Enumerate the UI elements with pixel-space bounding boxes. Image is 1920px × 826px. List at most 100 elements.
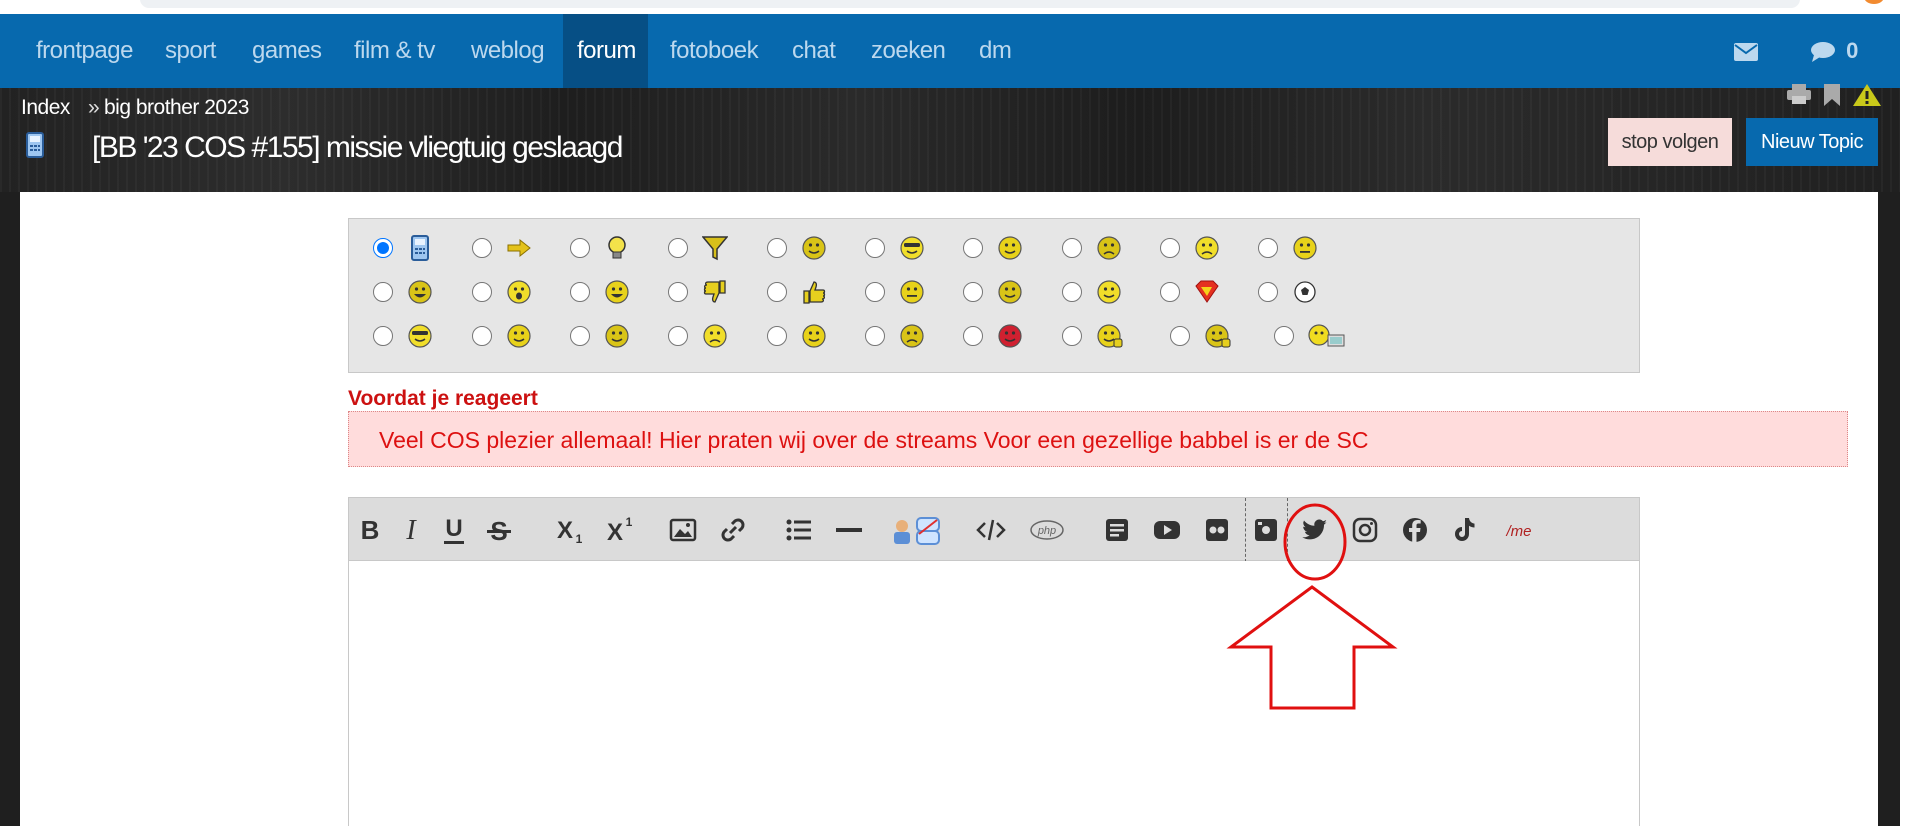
topic-icon-radio[interactable]	[373, 326, 393, 346]
code-icon[interactable]	[975, 514, 1007, 546]
topic-icon-option[interactable]	[963, 316, 1053, 356]
scrollbar[interactable]	[1900, 0, 1920, 826]
topic-icon-radio[interactable]	[963, 326, 983, 346]
topic-icon-option[interactable]	[1062, 272, 1152, 312]
topic-icon-radio[interactable]	[767, 238, 787, 258]
topic-icon-option[interactable]	[1258, 272, 1348, 312]
subscript-icon[interactable]: X1	[552, 514, 584, 546]
photobucket-icon[interactable]	[1250, 514, 1282, 546]
topic-icon-radio[interactable]	[570, 282, 590, 302]
topic-icon-option[interactable]	[1062, 316, 1152, 356]
nav-item-frontpage[interactable]: frontpage	[22, 14, 147, 88]
quote-icon[interactable]	[889, 514, 945, 546]
topic-icon-radio[interactable]	[668, 282, 688, 302]
topic-icon-radio[interactable]	[570, 326, 590, 346]
topic-icon-radio[interactable]	[1160, 282, 1180, 302]
topic-icon-option[interactable]	[373, 272, 463, 312]
topic-icon-option[interactable]	[570, 272, 660, 312]
italic-icon[interactable]: I	[395, 514, 427, 546]
list-icon[interactable]	[783, 514, 815, 546]
browser-profile-icon[interactable]	[1864, 0, 1884, 4]
message-editor[interactable]	[348, 561, 1640, 826]
topic-icon-radio[interactable]	[472, 282, 492, 302]
topic-icon-radio[interactable]	[373, 282, 393, 302]
flickr-icon[interactable]	[1201, 514, 1233, 546]
topic-icon-radio[interactable]	[1062, 238, 1082, 258]
article-icon[interactable]	[1101, 514, 1133, 546]
topic-icon-option[interactable]	[472, 316, 562, 356]
php-icon[interactable]: php	[1029, 514, 1065, 546]
topic-icon-option[interactable]	[865, 228, 955, 268]
bold-icon[interactable]: B	[354, 514, 386, 546]
topic-icon-option[interactable]	[373, 316, 463, 356]
topic-icon-option[interactable]	[1170, 316, 1260, 356]
nav-item-sport[interactable]: sport	[151, 14, 230, 88]
topic-icon-option[interactable]	[570, 228, 660, 268]
topic-icon-radio[interactable]	[963, 282, 983, 302]
topic-icon-radio[interactable]	[668, 238, 688, 258]
topic-icon-radio[interactable]	[1258, 238, 1278, 258]
strikethrough-icon[interactable]: S	[483, 514, 515, 546]
stop-follow-button[interactable]: stop volgen	[1608, 118, 1732, 166]
topic-icon-option[interactable]	[865, 316, 955, 356]
topic-icon-option[interactable]	[1160, 228, 1250, 268]
topic-icon-radio[interactable]	[570, 238, 590, 258]
nav-item-film-tv[interactable]: film & tv	[340, 14, 449, 88]
topic-icon-option[interactable]	[767, 228, 857, 268]
topic-icon-radio[interactable]	[668, 326, 688, 346]
topic-icon-radio[interactable]	[865, 282, 885, 302]
topic-icon-option[interactable]	[668, 316, 758, 356]
nav-item-forum[interactable]: forum	[563, 14, 648, 88]
mail-icon[interactable]	[1733, 14, 1759, 88]
nav-item-dm[interactable]: dm	[965, 14, 1025, 88]
breadcrumb-section[interactable]: big brother 2023	[104, 96, 249, 120]
topic-icon-radio[interactable]	[1062, 326, 1082, 346]
facebook-icon[interactable]	[1399, 514, 1431, 546]
link-icon[interactable]	[717, 514, 749, 546]
nav-item-zoeken[interactable]: zoeken	[857, 14, 959, 88]
bookmark-icon[interactable]	[1823, 84, 1841, 106]
topic-icon-option[interactable]	[373, 228, 463, 268]
topic-icon-option[interactable]	[1258, 228, 1348, 268]
topic-icon-option[interactable]	[570, 316, 660, 356]
topic-icon-radio[interactable]	[472, 326, 492, 346]
topic-icon-radio[interactable]	[1062, 282, 1082, 302]
topic-icon-radio[interactable]	[1258, 282, 1278, 302]
topic-icon-option[interactable]	[963, 272, 1053, 312]
topic-icon-option[interactable]	[767, 316, 857, 356]
topic-icon-option[interactable]	[668, 228, 758, 268]
me-icon[interactable]: /me	[1501, 514, 1537, 546]
nav-item-weblog[interactable]: weblog	[457, 14, 558, 88]
underline-icon[interactable]: U	[438, 514, 470, 546]
topic-icon-radio[interactable]	[865, 326, 885, 346]
topic-icon-radio[interactable]	[1274, 326, 1294, 346]
topic-icon-option[interactable]	[472, 228, 562, 268]
topic-icon-option[interactable]	[1062, 228, 1152, 268]
topic-icon-option[interactable]	[865, 272, 955, 312]
superscript-icon[interactable]: X1	[602, 514, 634, 546]
topic-icon-radio[interactable]	[1160, 238, 1180, 258]
instagram-icon[interactable]	[1349, 514, 1381, 546]
horizontal-rule-icon[interactable]	[833, 514, 865, 546]
topic-icon-option[interactable]	[767, 272, 857, 312]
topic-icon-option[interactable]	[1160, 272, 1250, 312]
print-icon[interactable]	[1786, 84, 1812, 106]
topic-icon-radio[interactable]	[472, 238, 492, 258]
topic-icon-option[interactable]	[472, 272, 562, 312]
nav-item-chat[interactable]: chat	[778, 14, 849, 88]
twitter-icon[interactable]	[1299, 514, 1331, 546]
topic-icon-option[interactable]	[668, 272, 758, 312]
topic-icon-option[interactable]	[1274, 316, 1364, 356]
warning-icon[interactable]	[1853, 84, 1881, 106]
tiktok-icon[interactable]	[1448, 514, 1480, 546]
topic-icon-radio[interactable]	[963, 238, 983, 258]
breadcrumb-index[interactable]: Index	[21, 96, 70, 120]
messages-indicator[interactable]: 0	[1810, 14, 1858, 88]
new-topic-button[interactable]: Nieuw Topic	[1746, 118, 1878, 166]
nav-item-fotoboek[interactable]: fotoboek	[656, 14, 772, 88]
nav-item-games[interactable]: games	[238, 14, 336, 88]
topic-icon-option[interactable]	[963, 228, 1053, 268]
topic-icon-radio[interactable]	[767, 326, 787, 346]
topic-icon-radio[interactable]	[373, 238, 393, 258]
topic-icon-radio[interactable]	[865, 238, 885, 258]
